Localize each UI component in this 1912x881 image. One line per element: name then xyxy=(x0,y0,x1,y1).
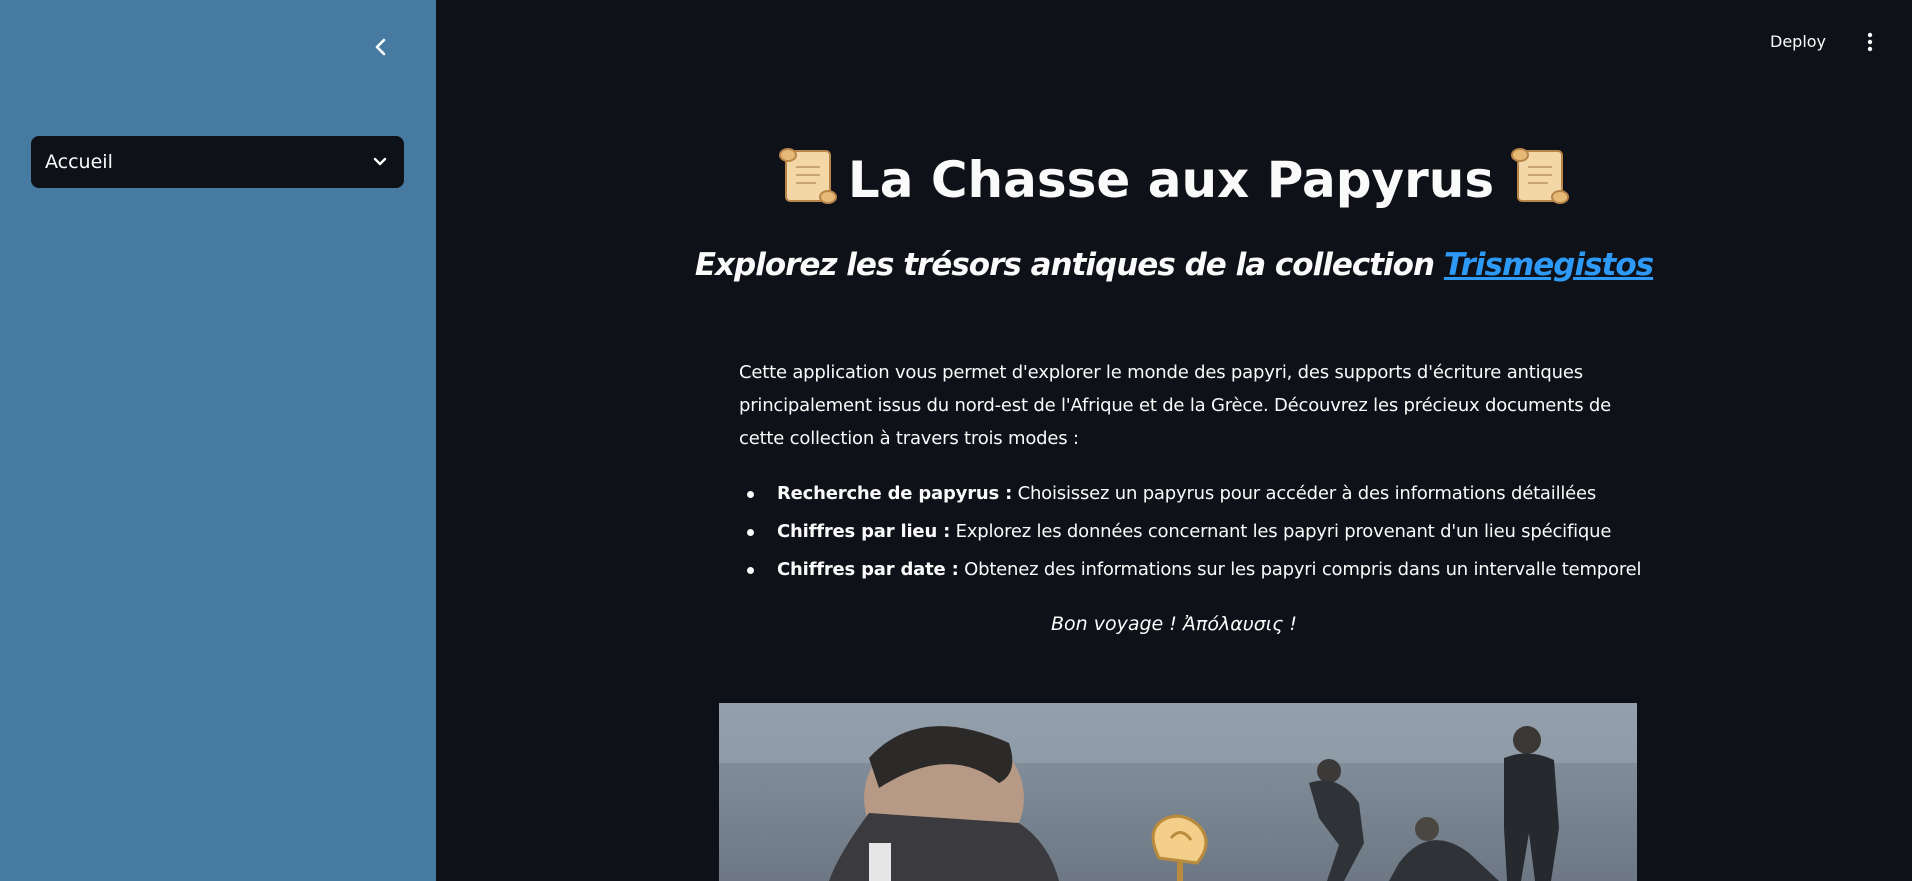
mode-text: Choisissez un papyrus pour accéder à des… xyxy=(1012,483,1597,504)
chevron-left-icon xyxy=(375,38,386,56)
hero-image xyxy=(719,703,1637,881)
intro-paragraph: Cette application vous permet d'explorer… xyxy=(739,362,1612,449)
chevron-down-icon xyxy=(373,157,387,166)
scroll-emoji-icon xyxy=(1511,148,1570,204)
page-select[interactable]: Accueil xyxy=(31,136,404,188)
page-title: La Chasse aux Papyrus xyxy=(436,142,1912,218)
mode-title: Chiffres par lieu : xyxy=(777,521,951,542)
trismegistos-link[interactable]: Trismegistos xyxy=(1444,247,1654,283)
app-root: Accueil Deploy La Chasse aux Papyrus Exp… xyxy=(0,0,1912,881)
list-item: Recherche de papyrus : Choisissez un pap… xyxy=(739,476,1679,514)
scroll-emoji-icon xyxy=(778,148,837,204)
beach-meme-photo xyxy=(719,703,1637,881)
page-select-value: Accueil xyxy=(45,151,113,173)
farewell-text: Bon voyage ! Ἀπόλαυσις ! xyxy=(1050,613,1298,635)
list-item: Chiffres par date : Obtenez des informat… xyxy=(739,552,1679,590)
list-item: Chiffres par lieu : Explorez les données… xyxy=(739,514,1679,552)
deploy-button[interactable]: Deploy xyxy=(1770,28,1826,56)
mode-text: Explorez les données concernant les papy… xyxy=(950,521,1612,542)
mode-title: Recherche de papyrus : xyxy=(777,483,1013,504)
mode-title: Chiffres par date : xyxy=(777,559,959,580)
title-text: La Chasse aux Papyrus xyxy=(847,151,1495,209)
main-menu-button[interactable] xyxy=(1858,26,1882,58)
vertical-dots-icon xyxy=(1867,32,1873,52)
page-subtitle: Explorez les trésors antiques de la coll… xyxy=(436,240,1912,290)
subtitle-text: Explorez les trésors antiques de la coll… xyxy=(694,247,1444,283)
mode-text: Obtenez des informations sur les papyri … xyxy=(958,559,1642,580)
collapse-sidebar-button[interactable] xyxy=(366,32,396,62)
modes-list: Recherche de papyrus : Choisissez un pap… xyxy=(739,476,1679,590)
sidebar: Accueil xyxy=(0,0,436,881)
